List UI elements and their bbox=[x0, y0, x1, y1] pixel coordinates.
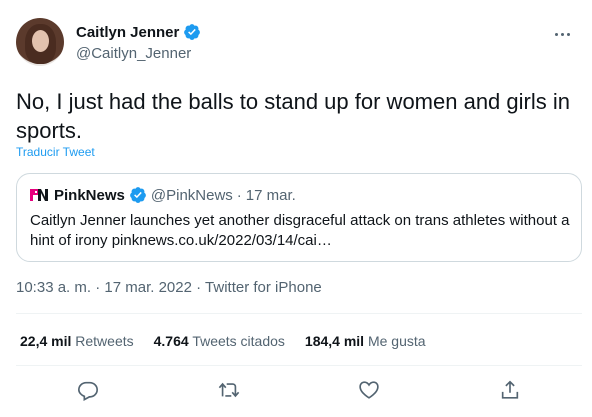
pinknews-logo-icon bbox=[30, 189, 48, 201]
likes-label: Me gusta bbox=[367, 333, 426, 349]
tweet-stats: 22,4 mil Retweets 4.764 Tweets citados 1… bbox=[20, 333, 446, 349]
retweets-count: 22,4 mil bbox=[20, 333, 72, 349]
tweet-text: No, I just had the balls to stand up for… bbox=[16, 89, 570, 143]
like-icon bbox=[359, 381, 379, 399]
share-button[interactable] bbox=[499, 379, 521, 401]
retweets-label: Retweets bbox=[75, 333, 134, 349]
like-button[interactable] bbox=[358, 379, 380, 401]
quoted-tweet-text: Caitlyn Jenner launches yet another disg… bbox=[30, 212, 570, 249]
retweets-stat[interactable]: 22,4 mil Retweets bbox=[20, 333, 134, 349]
reply-button[interactable] bbox=[77, 379, 99, 402]
author-names: Caitlyn Jenner @Caitlyn_Jenner bbox=[76, 23, 201, 62]
retweet-button[interactable] bbox=[218, 379, 240, 401]
avatar-face bbox=[32, 30, 49, 52]
likes-stat[interactable]: 184,4 mil Me gusta bbox=[305, 333, 426, 349]
meta-separator: · bbox=[196, 279, 202, 296]
avatar[interactable] bbox=[16, 18, 64, 66]
tweet-metadata: 10:33 a. m. · 17 mar. 2022 · Twitter for… bbox=[16, 279, 322, 296]
quoted-tweet-header: PinkNews @PinkNews · 17 mar. bbox=[30, 186, 296, 204]
quoted-author-handle: @PinkNews bbox=[150, 186, 233, 204]
tweet-source[interactable]: Twitter for iPhone bbox=[205, 279, 322, 296]
divider bbox=[16, 365, 582, 366]
verified-badge-icon bbox=[184, 24, 201, 40]
quote-tweets-stat[interactable]: 4.764 Tweets citados bbox=[154, 333, 285, 349]
meta-separator: · bbox=[95, 279, 101, 296]
retweet-icon bbox=[218, 382, 240, 398]
share-icon bbox=[501, 380, 519, 399]
more-dot bbox=[560, 32, 564, 36]
display-name[interactable]: Caitlyn Jenner bbox=[76, 24, 179, 41]
quote-tweets-label: Tweets citados bbox=[192, 333, 285, 349]
translate-tweet-link[interactable]: Traducir Tweet bbox=[16, 145, 95, 159]
more-dot bbox=[566, 32, 570, 36]
tweet-actions bbox=[16, 372, 582, 408]
verified-badge-icon bbox=[129, 187, 146, 203]
quoted-tweet-card[interactable]: PinkNews @PinkNews · 17 mar. Caitlyn Jen… bbox=[16, 173, 582, 262]
quoted-author-name: PinkNews bbox=[54, 186, 125, 204]
likes-count: 184,4 mil bbox=[304, 333, 365, 349]
display-name-row: Caitlyn Jenner bbox=[76, 23, 201, 41]
reply-icon bbox=[78, 381, 98, 402]
tweet-time[interactable]: 10:33 a. m. bbox=[16, 279, 91, 296]
quote-tweets-count: 4.764 bbox=[153, 333, 189, 349]
divider bbox=[16, 313, 582, 314]
tweet-header: Caitlyn Jenner @Caitlyn_Jenner bbox=[16, 18, 576, 68]
quoted-date: 17 mar. bbox=[245, 186, 296, 204]
author-handle[interactable]: @Caitlyn_Jenner bbox=[76, 45, 201, 62]
quoted-separator: · bbox=[236, 186, 242, 204]
more-options-icon[interactable] bbox=[548, 24, 576, 44]
more-dot bbox=[554, 32, 558, 36]
tweet-date[interactable]: 17 mar. 2022 bbox=[104, 279, 192, 296]
